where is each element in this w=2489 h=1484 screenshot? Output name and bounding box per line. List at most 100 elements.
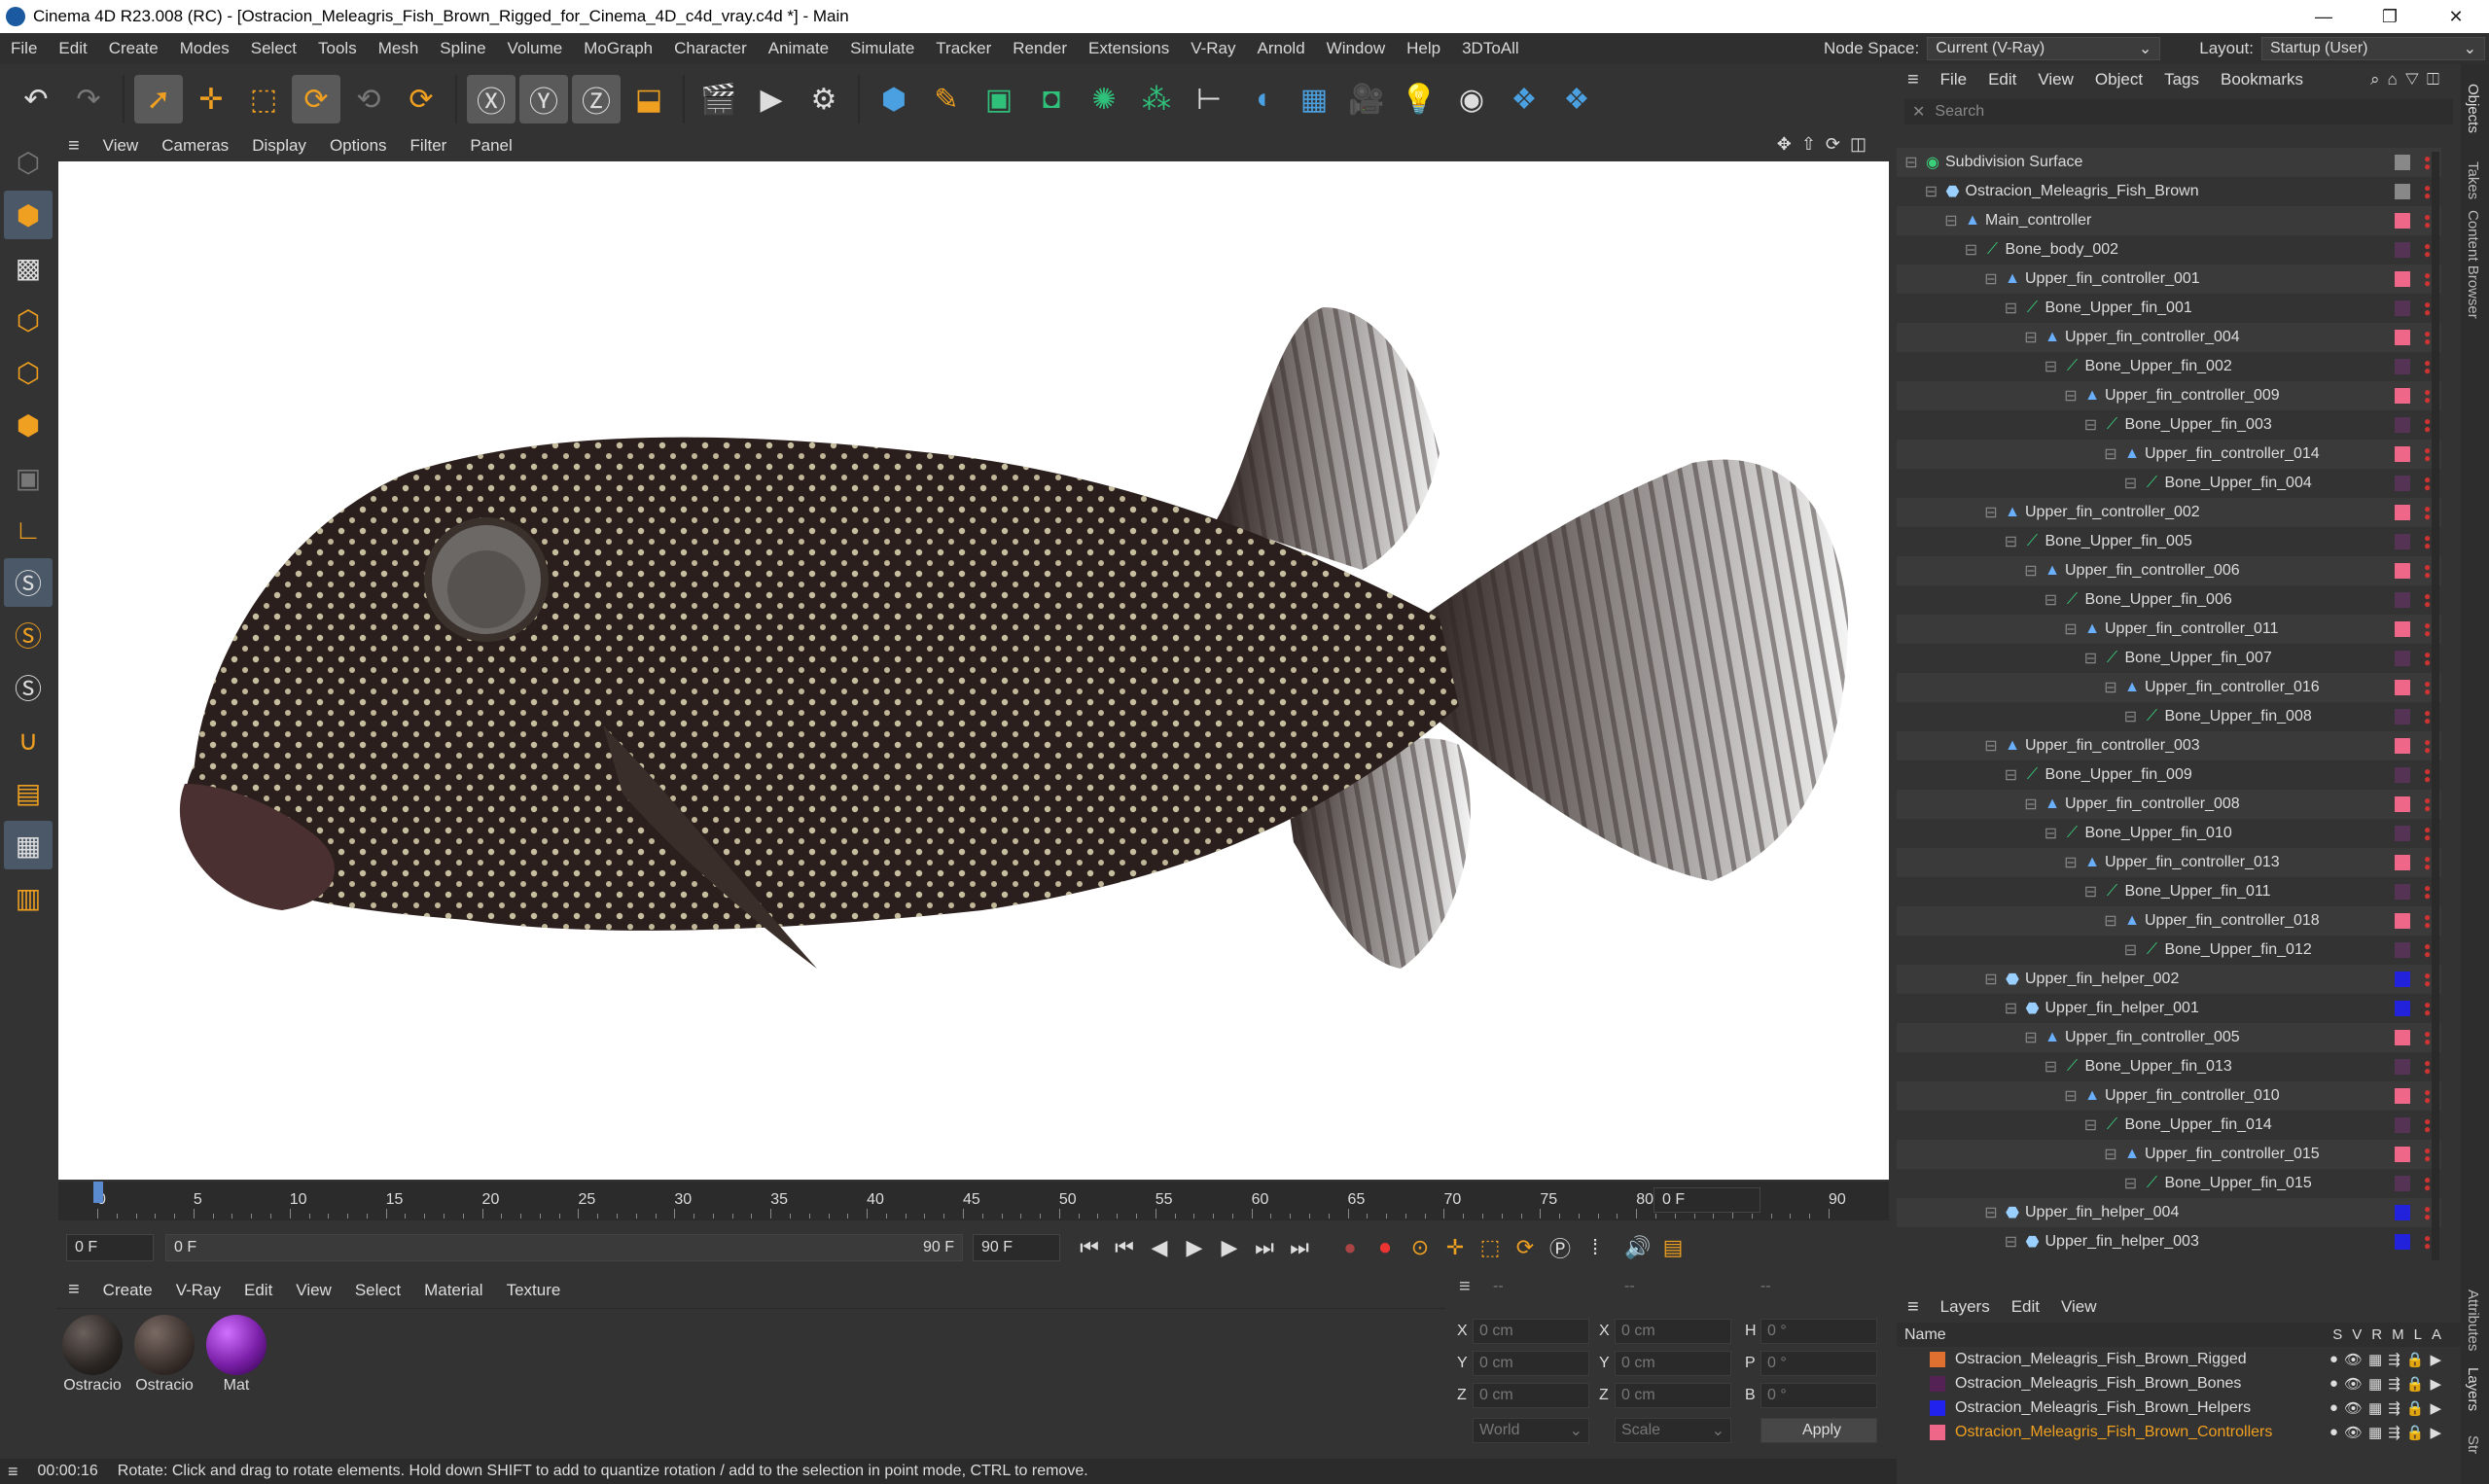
volume-icon[interactable]: ◖: [1237, 75, 1286, 124]
recent-tools-icon[interactable]: ⟲: [344, 75, 393, 124]
edges-mode-icon[interactable]: ⬡: [4, 348, 53, 397]
render-icon[interactable]: ▦: [2368, 1351, 2382, 1368]
layer-color-tag[interactable]: [2395, 1059, 2410, 1075]
magnet-icon[interactable]: ∪: [4, 716, 53, 764]
timeline-ruler[interactable]: 051015202530354045505560657075808590 0 F: [58, 1182, 1889, 1220]
quantize-icon[interactable]: Ⓢ: [4, 663, 53, 712]
object-row[interactable]: ⊟ ▲ Upper_fin_controller_005 ● ●: [1897, 1023, 2441, 1052]
menu-mesh[interactable]: Mesh: [368, 39, 430, 58]
expand-icon[interactable]: ⊟: [2003, 765, 2020, 785]
object-row[interactable]: ⊟ ⟋ Bone_Upper_fin_015 ● ●: [1897, 1169, 2441, 1198]
layer-color-tag[interactable]: [2395, 1205, 2410, 1220]
layer-color-tag[interactable]: [2395, 330, 2410, 345]
object-row[interactable]: ⊟ ⟋ Bone_Upper_fin_007 ● ●: [1897, 644, 2441, 673]
expand-icon[interactable]: ⊟: [1982, 269, 2000, 289]
object-row[interactable]: ⊟ ⟋ Bone_Upper_fin_002 ● ●: [1897, 352, 2441, 381]
uv-mode-icon[interactable]: ▣: [4, 453, 53, 502]
expand-icon[interactable]: ⊟: [1963, 240, 1980, 260]
layer-color-tag[interactable]: [2395, 592, 2410, 608]
object-row[interactable]: ⊟ ⬣ Ostracion_Meleagris_Fish_Brown ● ●: [1897, 177, 2441, 206]
layer-color-tag[interactable]: [2395, 242, 2410, 258]
tab-layers[interactable]: Layers: [2465, 1367, 2481, 1411]
layer-row[interactable]: Ostracion_Meleagris_Fish_Brown_Controlle…: [1897, 1420, 2461, 1444]
playhead[interactable]: [93, 1182, 103, 1203]
hamburger-icon[interactable]: ≡: [56, 1279, 91, 1301]
layer-color-tag[interactable]: [2395, 1176, 2410, 1191]
expand-icon[interactable]: ⊟: [2102, 911, 2119, 931]
mat-menu-create[interactable]: Create: [91, 1281, 164, 1300]
scale-tool-icon[interactable]: ⬚: [239, 75, 288, 124]
visibility-dots-icon[interactable]: ● ●: [2424, 911, 2432, 931]
expand-icon[interactable]: ⊟: [2022, 561, 2040, 581]
undo-icon[interactable]: ↶: [12, 75, 60, 124]
visibility-dots-icon[interactable]: ● ●: [2424, 649, 2432, 668]
transform-tool-icon[interactable]: ⟳: [397, 75, 445, 124]
layer-color-tag[interactable]: [2395, 709, 2410, 724]
tab-structure[interactable]: Str: [2465, 1435, 2481, 1454]
expand-icon[interactable]: ⊟: [2022, 795, 2040, 814]
model-mode-icon[interactable]: ⬢: [4, 191, 53, 239]
layer-color-tag[interactable]: [2395, 388, 2410, 404]
object-row[interactable]: ⊟ ▲ Upper_fin_controller_013 ● ●: [1897, 848, 2441, 877]
visible-icon[interactable]: 👁: [2344, 1375, 2363, 1393]
tab-content-browser[interactable]: Content Browser: [2465, 210, 2481, 319]
hamburger-icon[interactable]: ≡: [1897, 69, 1930, 91]
visibility-dots-icon[interactable]: ● ●: [2424, 795, 2432, 814]
layer-color-swatch[interactable]: [1930, 1399, 1945, 1416]
hamburger-icon[interactable]: ≡: [56, 135, 91, 158]
hamburger-icon[interactable]: ≡: [1459, 1276, 1471, 1298]
expand-icon[interactable]: ⊟: [1982, 1203, 2000, 1222]
layer-row[interactable]: Ostracion_Meleagris_Fish_Brown_Helpers ● 👁…: [1897, 1396, 2461, 1420]
menu-simulate[interactable]: Simulate: [839, 39, 925, 58]
menu-modes[interactable]: Modes: [169, 39, 240, 58]
size-x-field[interactable]: 0 cm: [1615, 1319, 1731, 1344]
maximize-button[interactable]: ❐: [2357, 0, 2423, 33]
position-x-field[interactable]: 0 cm: [1473, 1319, 1589, 1344]
object-row[interactable]: ⊟ ⟋ Bone_Upper_fin_009 ● ●: [1897, 760, 2441, 790]
lock-icon[interactable]: 🔒: [2406, 1351, 2425, 1368]
move-tool-icon[interactable]: ✛: [187, 75, 235, 124]
layer-row[interactable]: Ostracion_Meleagris_Fish_Brown_Bones ● 👁 ▦ ⇶…: [1897, 1371, 2461, 1396]
expand-icon[interactable]: ⊟: [2122, 474, 2140, 493]
layer-color-swatch[interactable]: [1930, 1375, 1945, 1392]
y-axis-icon[interactable]: Ⓨ: [519, 75, 568, 124]
field-icon[interactable]: ⊢: [1185, 75, 1233, 124]
layer-color-tag[interactable]: [2395, 796, 2410, 812]
expand-icon[interactable]: ⊟: [2003, 1232, 2020, 1252]
visibility-dots-icon[interactable]: ● ●: [2424, 999, 2432, 1018]
layer-row[interactable]: Ostracion_Meleagris_Fish_Brown_Rigged ● 👁 ▦…: [1897, 1347, 2461, 1371]
pen-icon[interactable]: ✎: [922, 75, 971, 124]
subdivision-icon[interactable]: ▣: [975, 75, 1023, 124]
python-icon[interactable]: ❖: [1500, 75, 1548, 124]
visibility-dots-icon[interactable]: ● ●: [2424, 590, 2432, 610]
animation-icon[interactable]: ▶: [2430, 1375, 2441, 1393]
visibility-dots-icon[interactable]: ● ●: [2424, 211, 2432, 230]
layer-color-tag[interactable]: [2395, 184, 2410, 199]
visibility-dots-icon[interactable]: ● ●: [2424, 153, 2432, 172]
expand-icon[interactable]: ⊟: [2102, 444, 2119, 464]
material-swatch[interactable]: Mat: [202, 1313, 270, 1404]
light-icon[interactable]: 💡: [1395, 75, 1443, 124]
object-row[interactable]: ⊟ ▲ Upper_fin_controller_015 ● ●: [1897, 1140, 2441, 1169]
visibility-dots-icon[interactable]: ● ●: [2424, 182, 2432, 201]
menu-vray[interactable]: V-Ray: [1180, 39, 1246, 58]
menu-create[interactable]: Create: [98, 39, 169, 58]
position-y-field[interactable]: 0 cm: [1473, 1351, 1589, 1376]
visibility-dots-icon[interactable]: ● ●: [2424, 503, 2432, 522]
viewport-menu-cameras[interactable]: Cameras: [150, 136, 240, 156]
object-row[interactable]: ⊟ ⟋ Bone_body_002 ● ●: [1897, 235, 2441, 265]
python-script-icon[interactable]: ❖: [1552, 75, 1601, 124]
menu-mograph[interactable]: MoGraph: [573, 39, 663, 58]
tree-scrollbar[interactable]: [2432, 152, 2439, 1260]
x-axis-icon[interactable]: Ⓧ: [467, 75, 516, 124]
object-row[interactable]: ⊟ ▲ Upper_fin_controller_004 ● ●: [1897, 323, 2441, 352]
key-pla-icon[interactable]: ⁞: [1578, 1230, 1613, 1265]
expand-icon[interactable]: ⊟: [2003, 532, 2020, 551]
visible-icon[interactable]: 👁: [2344, 1424, 2363, 1441]
prev-frame-icon[interactable]: ◀: [1142, 1230, 1177, 1265]
3d-viewport[interactable]: [58, 161, 1889, 1180]
menu-tools[interactable]: Tools: [307, 39, 368, 58]
expand-icon[interactable]: ⊟: [2022, 1028, 2040, 1047]
mograph-icon[interactable]: ⁂: [1132, 75, 1181, 124]
mat-menu-material[interactable]: Material: [412, 1281, 494, 1300]
